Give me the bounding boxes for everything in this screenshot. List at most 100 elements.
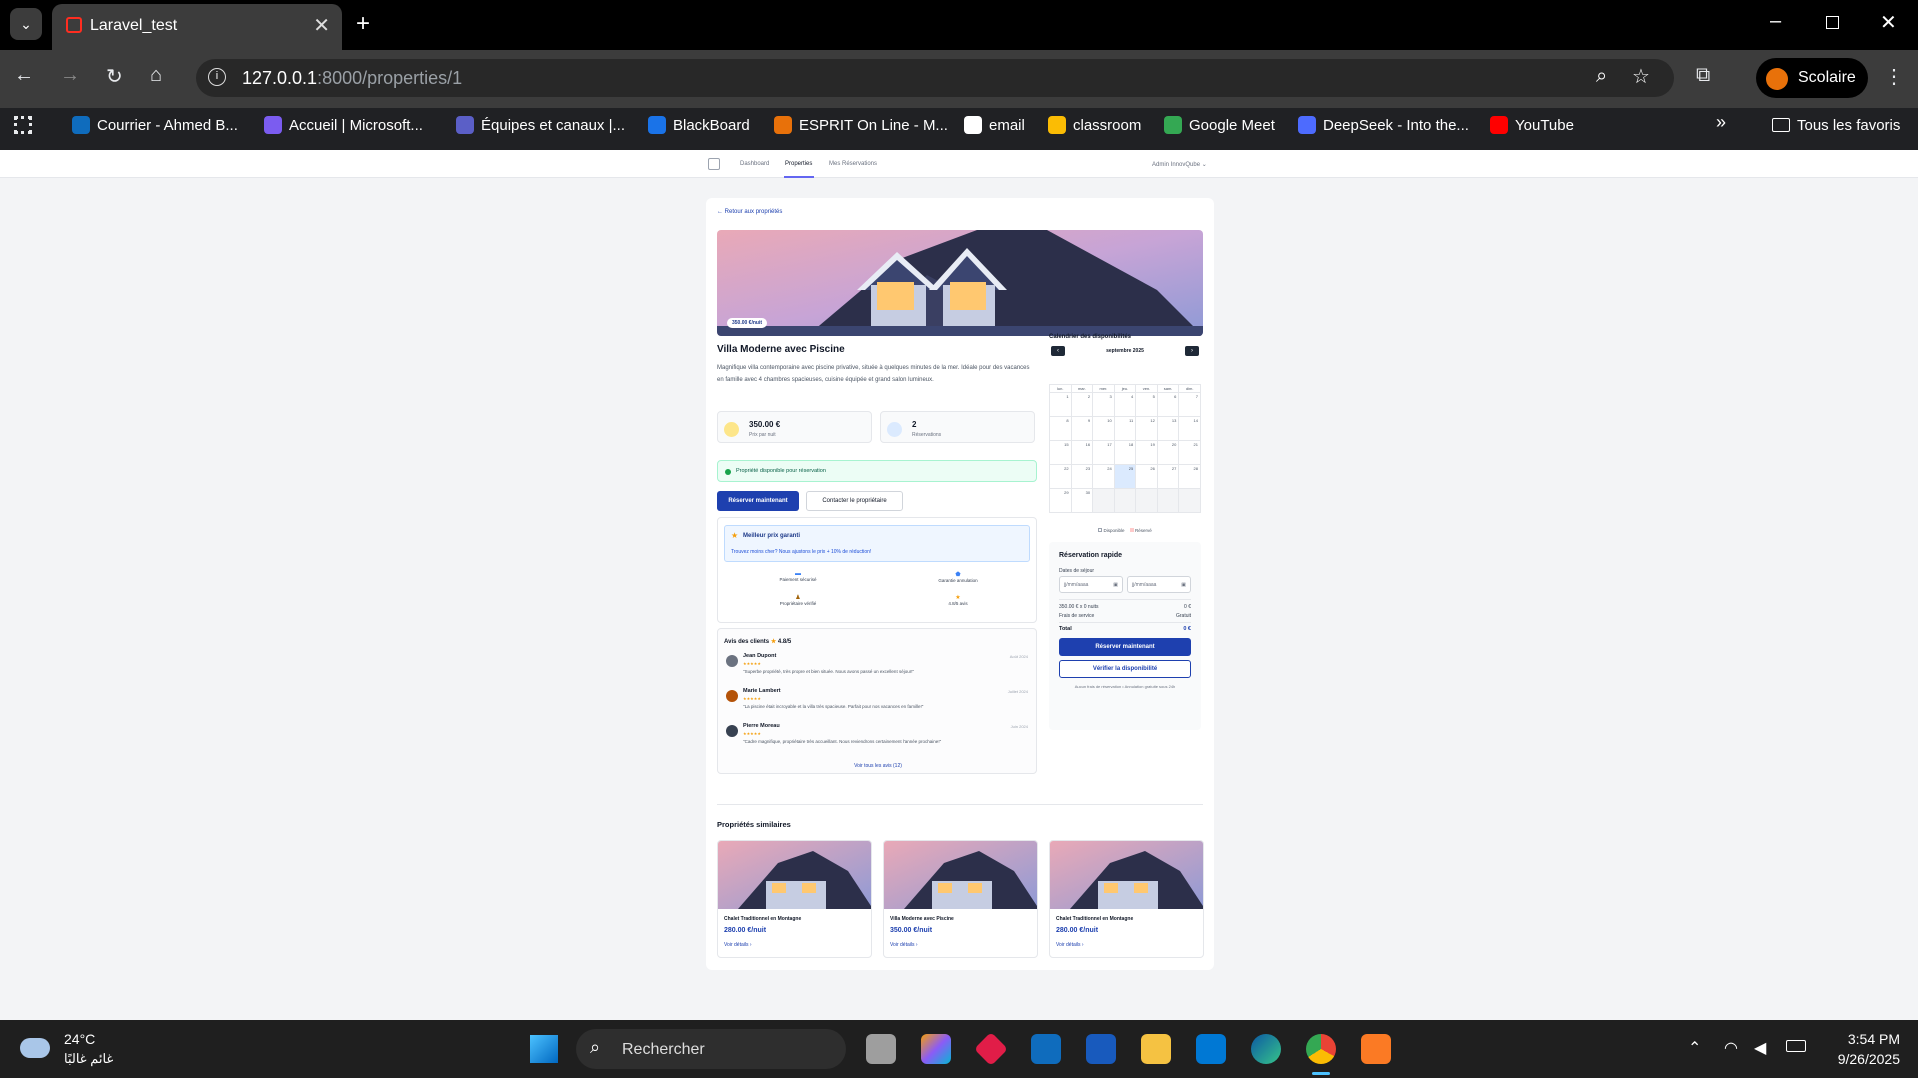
all-favorites[interactable]: Tous les favoris [1772,112,1900,138]
site-info-icon[interactable]: i [208,68,226,86]
copilot-icon[interactable] [921,1034,951,1064]
menu-icon[interactable]: ⋮ [1884,64,1904,89]
calendar-day[interactable]: 14 [1178,416,1201,441]
calendar-day[interactable]: 16 [1070,440,1094,465]
forward-arrow-icon[interactable]: → [60,64,80,87]
calendar-day[interactable]: 25 [1113,464,1137,489]
calendar-day[interactable]: 18 [1113,440,1137,465]
view-details-link[interactable]: Voir détails › [890,942,918,948]
similar-property-card[interactable]: Chalet Traditionnel en Montagne 280.00 €/… [717,840,872,958]
bookmark-item[interactable]: Courrier - Ahmed B... [72,112,238,138]
minimize-icon[interactable]: – [1770,10,1781,33]
taskbar-search[interactable]: ⌕ Rechercher [576,1029,846,1069]
calendar-next-button[interactable]: › [1185,346,1199,356]
close-window-icon[interactable]: ✕ [1880,10,1897,35]
apps-grid-icon[interactable] [14,116,32,134]
restore-icon[interactable] [1826,16,1839,29]
profile-button[interactable]: Scolaire [1756,58,1868,98]
calendar-day[interactable]: 22 [1049,464,1072,489]
bookmark-item[interactable]: Accueil | Microsoft... [264,112,423,138]
clock-date[interactable]: 9/26/2025 [1820,1051,1900,1067]
close-tab-icon[interactable]: ✕ [313,13,330,38]
calendar-day[interactable]: 10 [1092,416,1115,441]
check-availability-button[interactable]: Vérifier la disponibilité [1059,660,1191,678]
calendar-day[interactable]: 7 [1178,392,1201,417]
view-details-link[interactable]: Voir détails › [1056,942,1084,948]
battery-icon[interactable] [1786,1040,1806,1052]
user-menu[interactable]: Admin InnovQube ⌄ [1152,161,1207,168]
wifi-icon[interactable]: ◠ [1724,1038,1738,1058]
nav-properties[interactable]: Properties [785,161,812,167]
outlook-icon[interactable] [1031,1034,1061,1064]
calendar-day[interactable]: 29 [1049,488,1072,513]
task-view-icon[interactable] [866,1034,896,1064]
quick-reserve-button[interactable]: Réserver maintenant [1059,638,1191,656]
calendar-day[interactable]: 4 [1113,392,1137,417]
back-arrow-icon[interactable]: ← [14,64,34,87]
zoom-icon[interactable]: ⌕ [1596,65,1607,88]
xampp-icon[interactable] [1361,1034,1391,1064]
bookmark-item[interactable]: BlackBoard [648,112,750,138]
calendar-day[interactable]: 9 [1070,416,1094,441]
tray-chevron-icon[interactable]: ⌃ [1688,1038,1701,1058]
contact-owner-button[interactable]: Contacter le propriétaire [806,491,903,511]
vscode-icon[interactable] [1196,1034,1226,1064]
browser-tab[interactable]: Laravel_test ✕ [52,4,342,50]
calendar-day[interactable]: 2 [1070,392,1094,417]
calendar-day[interactable]: 15 [1049,440,1072,465]
calendar-day[interactable]: 28 [1178,464,1201,489]
address-bar[interactable]: i 127.0.0.1:8000/properties/1 ⌕ ☆ [196,59,1674,97]
calendar-day[interactable]: 24 [1092,464,1115,489]
volume-icon[interactable]: ◀ [1754,1038,1766,1058]
file-explorer-icon[interactable] [1141,1034,1171,1064]
reload-icon[interactable]: ↻ [106,64,123,89]
nav-dashboard[interactable]: Dashboard [740,161,769,167]
calendar-day[interactable]: 27 [1156,464,1180,489]
similar-property-card[interactable]: Chalet Traditionnel en Montagne 280.00 €/… [1049,840,1204,958]
bookmark-item[interactable]: Équipes et canaux |... [456,112,625,138]
start-button[interactable] [530,1035,558,1063]
word-icon[interactable] [1086,1034,1116,1064]
chrome-icon[interactable] [1306,1034,1336,1064]
bookmark-item[interactable]: classroom [1048,112,1141,138]
home-icon[interactable]: ⌂ [150,64,162,87]
extensions-icon[interactable]: ⧉ [1696,64,1710,87]
calendar-day[interactable]: 12 [1135,416,1158,441]
bookmark-item[interactable]: ESPRIT On Line - M... [774,112,948,138]
see-all-reviews-link[interactable]: Voir tous les avis (12) [718,763,1038,769]
reserve-button[interactable]: Réserver maintenant [717,491,799,511]
calendar-day[interactable]: 8 [1049,416,1072,441]
calendar-day[interactable]: 30 [1070,488,1094,513]
bookmark-item[interactable]: DeepSeek - Into the... [1298,112,1469,138]
similar-property-card[interactable]: Villa Moderne avec Piscine 350.00 €/nuit V… [883,840,1038,958]
bookmark-item[interactable]: Google Meet [1164,112,1275,138]
calendar-day[interactable]: 13 [1156,416,1180,441]
calendar-day[interactable]: 23 [1070,464,1094,489]
more-bookmarks-icon[interactable]: » [1716,112,1726,133]
app-logo-icon[interactable] [708,158,720,170]
calendar-day[interactable]: 19 [1135,440,1158,465]
calendar-day[interactable]: 3 [1092,392,1115,417]
edge-icon[interactable] [1251,1034,1281,1064]
bookmark-item[interactable]: email [964,112,1025,138]
calendar-icon: ▣ [1113,582,1118,588]
calendar-day[interactable]: 5 [1135,392,1158,417]
calendar-day[interactable]: 6 [1156,392,1180,417]
tab-list-button[interactable]: ⌄ [10,8,42,40]
clock-time[interactable]: 3:54 PM [1820,1031,1900,1047]
view-details-link[interactable]: Voir détails › [724,942,752,948]
nav-reservations[interactable]: Mes Réservations [829,161,877,167]
bookmark-star-icon[interactable]: ☆ [1632,64,1650,89]
calendar-day[interactable]: 26 [1135,464,1158,489]
calendar-day[interactable]: 11 [1113,416,1137,441]
calendar-day[interactable]: 1 [1049,392,1072,417]
new-tab-button[interactable]: + [356,10,370,38]
calendar-day[interactable]: 17 [1092,440,1115,465]
checkout-date-input[interactable]: jj/mm/aaaa ▣ [1127,576,1191,593]
red-app-icon[interactable] [974,1032,1008,1066]
back-link[interactable]: ← Retour aux propriétés [717,209,782,215]
calendar-day[interactable]: 20 [1156,440,1180,465]
bookmark-item[interactable]: YouTube [1490,112,1574,138]
calendar-day[interactable]: 21 [1178,440,1201,465]
checkin-date-input[interactable]: jj/mm/aaaa ▣ [1059,576,1123,593]
